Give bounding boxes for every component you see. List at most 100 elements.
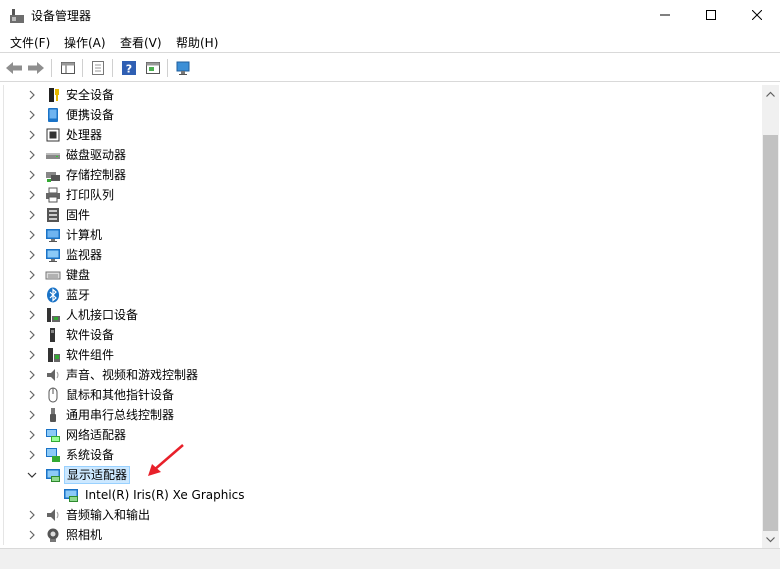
scan-hardware-button[interactable] (174, 58, 194, 78)
device-label[interactable]: 监视器 (64, 246, 104, 264)
printer-icon (45, 187, 61, 203)
device-label[interactable]: 键盘 (64, 266, 92, 284)
device-category[interactable]: 处理器 (4, 125, 754, 145)
menu-action[interactable]: 操作(A) (64, 35, 106, 51)
device-category[interactable]: 声音、视频和游戏控制器 (4, 365, 754, 385)
chevron-right-icon[interactable] (26, 449, 38, 461)
device-label[interactable]: 显示适配器 (64, 466, 131, 484)
device-label[interactable]: 系统设备 (64, 446, 116, 464)
device-category[interactable]: 键盘 (4, 265, 754, 285)
device-label[interactable]: 打印队列 (64, 186, 116, 204)
chevron-right-icon[interactable] (26, 409, 38, 421)
show-hide-console-tree-button[interactable] (58, 58, 78, 78)
device-label[interactable]: 固件 (64, 206, 92, 224)
device-label[interactable]: 人机接口设备 (64, 306, 140, 324)
device-label[interactable]: 便携设备 (64, 106, 116, 124)
action-pane-icon (146, 62, 160, 74)
device-label[interactable]: 软件设备 (64, 326, 116, 344)
device-category[interactable]: 鼠标和其他指针设备 (4, 385, 754, 405)
help-button[interactable]: ? (119, 58, 139, 78)
properties-button[interactable] (88, 58, 108, 78)
device-category[interactable]: 显示适配器 (4, 465, 754, 485)
device-label[interactable]: 鼠标和其他指针设备 (64, 386, 176, 404)
chevron-right-icon[interactable] (26, 129, 38, 141)
chevron-right-icon[interactable] (26, 369, 38, 381)
device-label[interactable]: 声音、视频和游戏控制器 (64, 366, 200, 384)
device-category[interactable]: 通用串行总线控制器 (4, 405, 754, 425)
chevron-right-icon[interactable] (26, 429, 38, 441)
chevron-right-icon[interactable] (26, 149, 38, 161)
device-category[interactable]: 照相机 (4, 525, 754, 545)
device-label[interactable]: 照相机 (64, 526, 104, 544)
status-bar (0, 548, 780, 569)
scroll-down-button[interactable] (762, 531, 779, 548)
scrollbar-thumb[interactable] (763, 135, 778, 531)
device-category[interactable]: 打印队列 (4, 185, 754, 205)
toolbar-separator (167, 59, 168, 77)
device-category[interactable]: 音频输入和输出 (4, 505, 754, 525)
device-category[interactable]: 固件 (4, 205, 754, 225)
device-item[interactable]: Intel(R) Iris(R) Xe Graphics (4, 485, 754, 505)
help-icon: ? (122, 61, 136, 76)
vertical-scrollbar[interactable] (762, 85, 779, 548)
device-label[interactable]: Intel(R) Iris(R) Xe Graphics (83, 486, 247, 504)
device-category[interactable]: 软件组件 (4, 345, 754, 365)
device-label[interactable]: 存储控制器 (64, 166, 128, 184)
device-category[interactable]: 人机接口设备 (4, 305, 754, 325)
device-tree[interactable]: 安全设备便携设备处理器磁盘驱动器存储控制器打印队列固件计算机监视器键盘蓝牙人机接… (3, 85, 762, 545)
security-device-icon (45, 87, 61, 103)
device-label[interactable]: 蓝牙 (64, 286, 92, 304)
device-category[interactable]: 便携设备 (4, 105, 754, 125)
device-category[interactable]: 软件设备 (4, 325, 754, 345)
maximize-button[interactable] (688, 0, 734, 30)
chevron-right-icon[interactable] (26, 209, 38, 221)
chevron-right-icon[interactable] (26, 169, 38, 181)
chevron-down-icon[interactable] (26, 469, 38, 481)
menu-view[interactable]: 查看(V) (120, 35, 162, 51)
device-label[interactable]: 音频输入和输出 (64, 506, 152, 524)
device-label[interactable]: 软件组件 (64, 346, 116, 364)
chevron-right-icon[interactable] (26, 329, 38, 341)
menu-help[interactable]: 帮助(H) (176, 35, 218, 51)
device-category[interactable]: 安全设备 (4, 85, 754, 105)
chevron-right-icon[interactable] (26, 389, 38, 401)
menu-file[interactable]: 文件(F) (10, 35, 50, 51)
toolbar-separator (82, 59, 83, 77)
device-category[interactable]: 系统设备 (4, 445, 754, 465)
device-category[interactable]: 蓝牙 (4, 285, 754, 305)
forward-button[interactable] (26, 58, 46, 78)
action-pane-button[interactable] (143, 58, 163, 78)
device-category[interactable]: 存储控制器 (4, 165, 754, 185)
device-category[interactable]: 磁盘驱动器 (4, 145, 754, 165)
back-button[interactable] (4, 58, 24, 78)
chevron-right-icon[interactable] (26, 249, 38, 261)
svg-text:?: ? (126, 63, 132, 76)
device-label[interactable]: 处理器 (64, 126, 104, 144)
device-label[interactable]: 安全设备 (64, 86, 116, 104)
chevron-right-icon[interactable] (26, 309, 38, 321)
chevron-right-icon[interactable] (26, 509, 38, 521)
chevron-right-icon[interactable] (26, 189, 38, 201)
device-label[interactable]: 磁盘驱动器 (64, 146, 128, 164)
device-label[interactable]: 网络适配器 (64, 426, 128, 444)
chevron-right-icon[interactable] (26, 529, 38, 541)
storage-controller-icon (45, 167, 61, 183)
device-category[interactable]: 计算机 (4, 225, 754, 245)
scroll-up-button[interactable] (762, 85, 779, 102)
close-button[interactable] (734, 0, 780, 30)
chevron-right-icon[interactable] (26, 269, 38, 281)
firmware-icon (45, 207, 61, 223)
chevron-right-icon[interactable] (26, 289, 38, 301)
processor-icon (45, 127, 61, 143)
device-category[interactable]: 监视器 (4, 245, 754, 265)
minimize-button[interactable] (642, 0, 688, 30)
scan-hardware-icon (176, 61, 190, 75)
chevron-right-icon[interactable] (26, 349, 38, 361)
chevron-right-icon[interactable] (26, 89, 38, 101)
device-label[interactable]: 通用串行总线控制器 (64, 406, 176, 424)
device-label[interactable]: 计算机 (64, 226, 104, 244)
device-category[interactable]: 网络适配器 (4, 425, 754, 445)
mouse-icon (45, 387, 61, 403)
chevron-right-icon[interactable] (26, 229, 38, 241)
chevron-right-icon[interactable] (26, 109, 38, 121)
